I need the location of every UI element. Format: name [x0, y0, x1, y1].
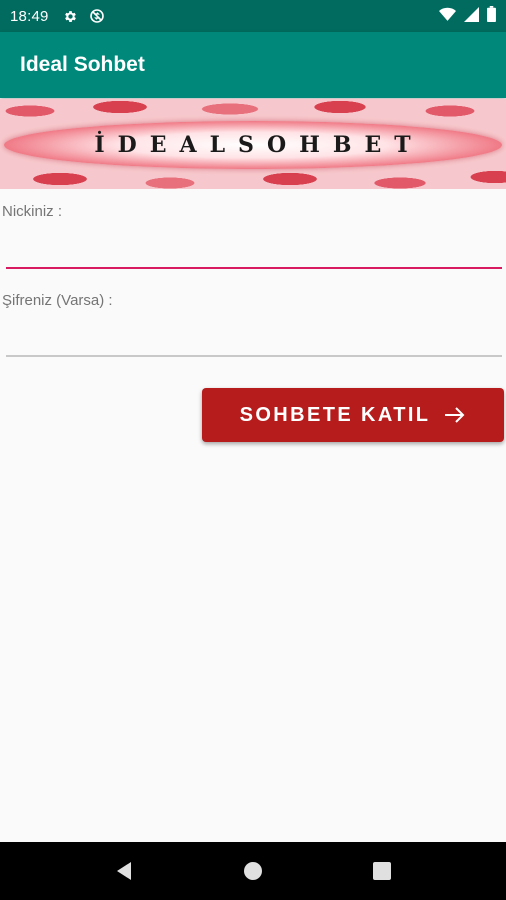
join-chat-button[interactable]: SOHBETE KATIL — [202, 388, 504, 442]
arrow-right-icon — [444, 406, 466, 424]
sync-off-icon — [89, 8, 105, 24]
password-label: Şifreniz (Varsa) : — [2, 292, 113, 309]
nick-underline — [6, 267, 502, 269]
banner-image: İDEALSOHBET — [0, 99, 506, 189]
banner-logo-text: İDEALSOHBET — [94, 132, 424, 158]
navigation-bar — [0, 842, 506, 900]
password-underline — [6, 355, 502, 357]
password-input[interactable] — [6, 324, 502, 354]
status-time: 18:49 — [10, 7, 49, 25]
app-title: Ideal Sohbet — [20, 53, 145, 76]
app-bar: Ideal Sohbet — [0, 32, 506, 98]
recents-icon[interactable] — [362, 851, 402, 891]
settings-icon — [63, 8, 79, 24]
status-bar: 18:49 — [0, 0, 506, 32]
battery-icon — [487, 6, 496, 26]
nick-label: Nickiniz : — [2, 203, 63, 220]
join-button-label: SOHBETE KATIL — [239, 403, 431, 426]
wifi-icon — [439, 7, 456, 26]
home-icon[interactable] — [233, 851, 273, 891]
nick-input[interactable] — [6, 236, 502, 266]
signal-icon — [464, 6, 479, 26]
back-icon[interactable] — [104, 851, 144, 891]
